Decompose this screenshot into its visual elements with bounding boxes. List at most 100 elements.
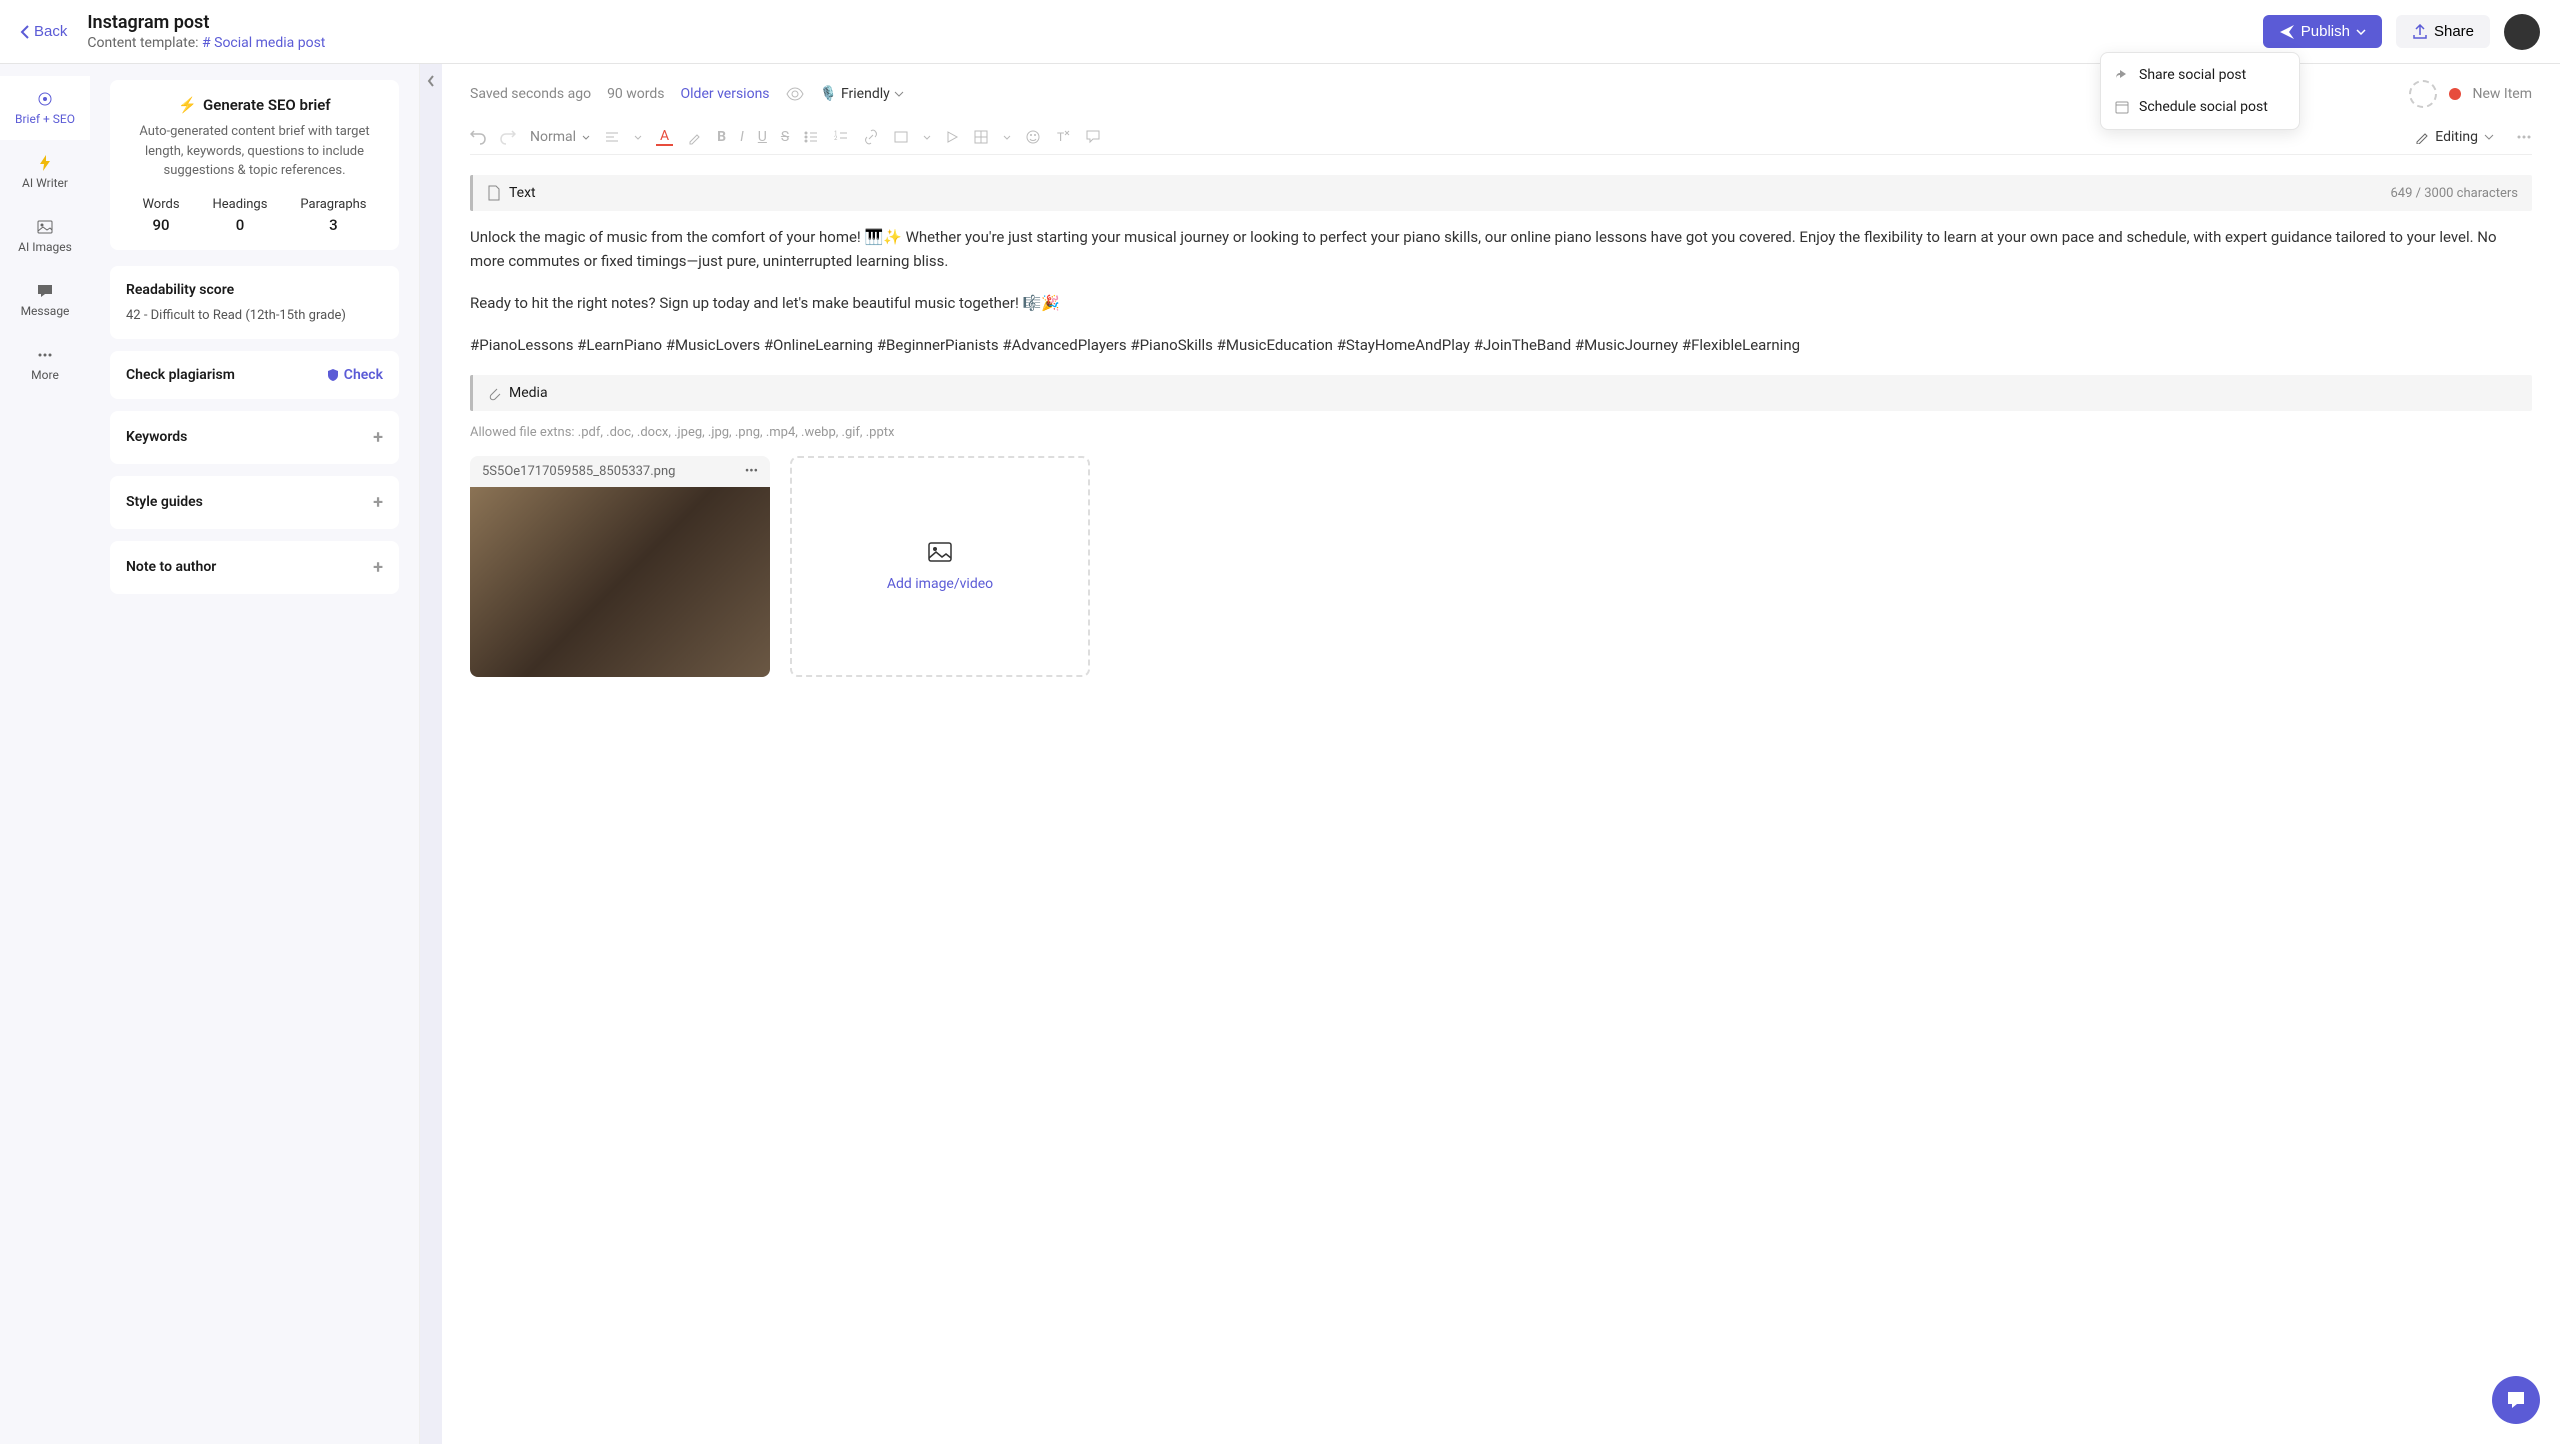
style-guides-section[interactable]: Style guides +: [110, 476, 399, 529]
more-icon[interactable]: [2516, 135, 2532, 139]
chevron-down-icon[interactable]: [634, 135, 642, 140]
redo-icon[interactable]: [500, 129, 516, 145]
link-icon[interactable]: [863, 129, 879, 145]
seo-brief-desc: Auto-generated content brief with target…: [126, 122, 383, 181]
intercom-launcher[interactable]: [2492, 1376, 2540, 1424]
bolt-icon: ⚡: [178, 96, 197, 114]
schedule-circle[interactable]: [2409, 80, 2437, 108]
body-paragraph-1[interactable]: Unlock the magic of music from the comfo…: [470, 225, 2532, 273]
status-dot: [2449, 88, 2461, 100]
chevron-left-icon: [426, 74, 436, 88]
image-icon: [928, 542, 952, 562]
left-rail: Brief + SEO AI Writer AI Images Message …: [0, 64, 90, 1444]
dots-icon: [36, 346, 54, 364]
image-icon: [36, 218, 54, 236]
attachment-icon: [487, 385, 501, 401]
comment-icon[interactable]: [1085, 129, 1101, 145]
align-icon[interactable]: [604, 129, 620, 145]
check-plagiarism-button[interactable]: Check: [326, 367, 383, 383]
pencil-icon: [2415, 130, 2429, 144]
editing-mode-selector[interactable]: Editing: [2415, 129, 2494, 145]
chevron-down-icon[interactable]: [923, 135, 931, 140]
calendar-icon: [2115, 100, 2129, 114]
chat-icon: [36, 282, 54, 300]
add-note-button[interactable]: +: [373, 557, 383, 578]
word-count: 90 words: [607, 86, 664, 102]
emoji-icon[interactable]: [1025, 129, 1041, 145]
dropdown-schedule-post[interactable]: Schedule social post: [2101, 91, 2299, 123]
heading-select[interactable]: Normal: [530, 129, 590, 145]
dropdown-share-label: Share social post: [2139, 67, 2246, 83]
strike-button[interactable]: S: [781, 129, 789, 145]
highlight-icon[interactable]: [687, 129, 703, 145]
add-media-button[interactable]: Add image/video: [790, 456, 1090, 677]
stat-words-label: Words: [142, 197, 179, 212]
stat-paragraphs-val: 3: [300, 216, 366, 234]
chevron-down-icon: [582, 135, 590, 140]
rail-brief-seo[interactable]: Brief + SEO: [0, 76, 90, 140]
template-link[interactable]: # Social media post: [202, 35, 325, 51]
send-icon: [2279, 24, 2295, 40]
body-paragraph-2[interactable]: Ready to hit the right notes? Sign up to…: [470, 291, 2532, 315]
rail-ai-writer[interactable]: AI Writer: [0, 140, 90, 204]
clear-format-icon[interactable]: T: [1055, 129, 1071, 145]
video-icon[interactable]: [945, 130, 959, 144]
back-button[interactable]: Back: [20, 23, 67, 40]
title-area: Instagram post Content template: # Socia…: [87, 12, 2262, 51]
avatar[interactable]: [2504, 14, 2540, 50]
rail-more[interactable]: More: [0, 332, 90, 396]
add-style-guide-button[interactable]: +: [373, 492, 383, 513]
eye-icon[interactable]: [786, 87, 804, 101]
image-insert-icon[interactable]: [893, 129, 909, 145]
shield-icon: [326, 368, 340, 382]
share-button[interactable]: Share: [2396, 15, 2490, 48]
svg-text:2: 2: [834, 135, 838, 142]
bold-button[interactable]: B: [717, 129, 726, 145]
bullet-list-icon[interactable]: [803, 129, 819, 145]
stat-words: Words 90: [142, 197, 179, 234]
media-filename: 5S5Oe1717059585_8505337.png: [482, 464, 675, 479]
mic-icon: 🎙️: [820, 86, 837, 102]
page-title: Instagram post: [87, 12, 2262, 33]
readability-score: 42 - Difficult to Read (12th-15th grade): [126, 308, 383, 323]
seo-brief-card: ⚡ Generate SEO brief Auto-generated cont…: [110, 80, 399, 250]
text-color-button[interactable]: A: [656, 128, 673, 146]
note-title: Note to author: [126, 559, 216, 575]
stat-paragraphs: Paragraphs 3: [300, 197, 366, 234]
keywords-title: Keywords: [126, 429, 187, 445]
collapse-sidebar-button[interactable]: [420, 64, 442, 1444]
media-card[interactable]: 5S5Oe1717059585_8505337.png •••: [470, 456, 770, 677]
hashtags[interactable]: #PianoLessons #LearnPiano #MusicLovers #…: [470, 333, 2532, 357]
share-label: Share: [2434, 23, 2474, 40]
older-versions-link[interactable]: Older versions: [681, 86, 770, 102]
readability-section: Readability score 42 - Difficult to Read…: [110, 266, 399, 339]
rail-ai-images[interactable]: AI Images: [0, 204, 90, 268]
chevron-down-icon: [2484, 134, 2494, 140]
underline-button[interactable]: U: [758, 129, 767, 145]
allowed-extensions: Allowed file extns: .pdf, .doc, .docx, .…: [470, 425, 2532, 440]
table-icon[interactable]: [973, 129, 989, 145]
media-more-icon[interactable]: •••: [745, 464, 758, 479]
publish-button[interactable]: Publish: [2263, 15, 2382, 48]
template-line: Content template: # Social media post: [87, 35, 2262, 51]
undo-icon[interactable]: [470, 129, 486, 145]
numbered-list-icon[interactable]: 12: [833, 129, 849, 145]
plagiarism-title: Check plagiarism: [126, 367, 235, 383]
rail-message-label: Message: [21, 304, 70, 318]
doc-icon: [487, 185, 501, 201]
chat-bubble-icon: [2505, 1389, 2527, 1411]
dropdown-share-post[interactable]: Share social post: [2101, 59, 2299, 91]
chevron-down-icon: [2356, 29, 2366, 35]
chevron-down-icon[interactable]: [1003, 135, 1011, 140]
tone-selector[interactable]: 🎙️ Friendly: [820, 86, 904, 102]
italic-button[interactable]: I: [740, 129, 744, 145]
sidebar: ⚡ Generate SEO brief Auto-generated cont…: [90, 64, 420, 1444]
keywords-section[interactable]: Keywords +: [110, 411, 399, 464]
seo-brief-title[interactable]: ⚡ Generate SEO brief: [126, 96, 383, 114]
add-keyword-button[interactable]: +: [373, 427, 383, 448]
media-thumbnail: [470, 487, 770, 677]
note-section[interactable]: Note to author +: [110, 541, 399, 594]
status-label[interactable]: New Item: [2473, 86, 2533, 102]
rail-message[interactable]: Message: [0, 268, 90, 332]
rail-images-label: AI Images: [18, 240, 72, 254]
